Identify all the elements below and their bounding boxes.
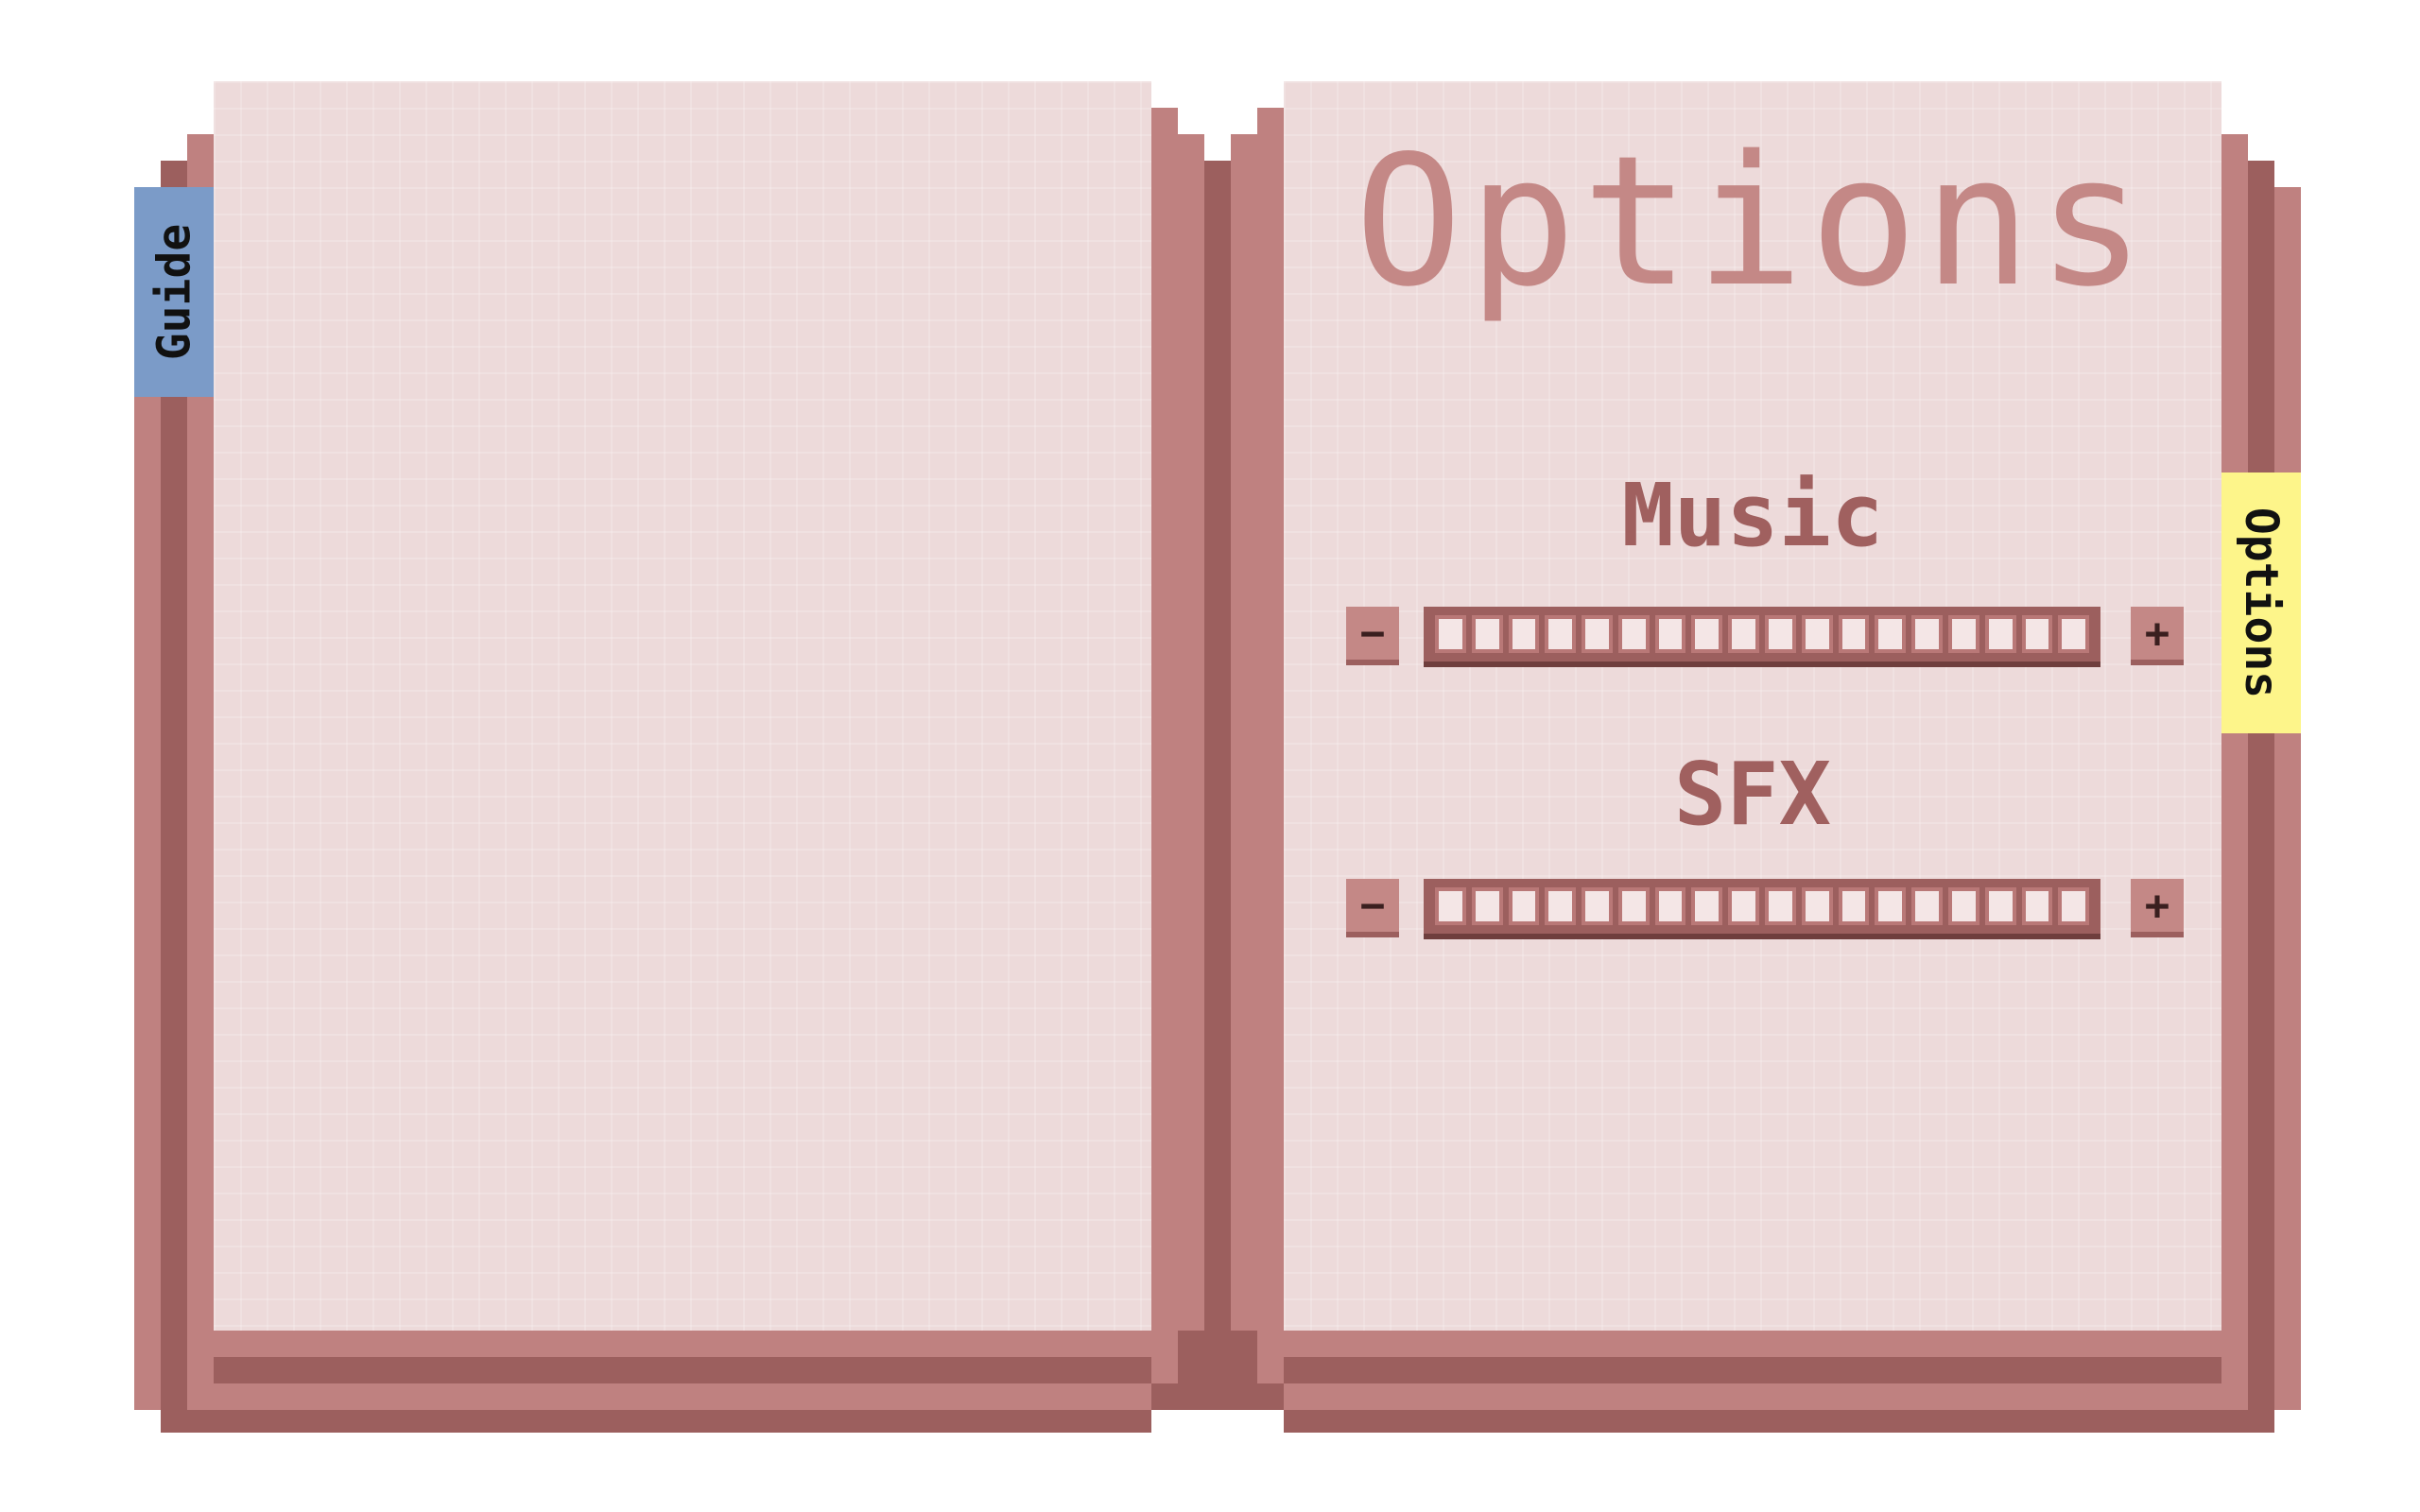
right-page-stack-4 <box>1284 1410 2274 1433</box>
right-cover-edge-inner <box>2221 134 2248 1410</box>
left-page-stack-4 <box>161 1410 1151 1433</box>
music-volume-segment <box>1508 615 1540 653</box>
sfx-volume-segment <box>1911 887 1943 925</box>
music-label: Music <box>1621 465 1884 566</box>
right-page-stack-2 <box>1284 1357 2221 1383</box>
sfx-volume-segment <box>1947 887 1979 925</box>
music-volume-segment <box>1838 615 1870 653</box>
music-volume-segment <box>1691 615 1723 653</box>
music-volume-segment <box>1875 615 1907 653</box>
left-page-stack-3 <box>214 1383 1151 1410</box>
right-page-stack-3 <box>1284 1383 2221 1410</box>
sfx-volume-segment <box>1984 887 2016 925</box>
sfx-volume-segment <box>1838 887 1870 925</box>
music-volume-segment <box>1911 615 1943 653</box>
sfx-volume-segment <box>1582 887 1613 925</box>
music-volume-segment <box>1947 615 1979 653</box>
tab-options[interactable]: Options <box>2221 472 2301 733</box>
sfx-volume-segment <box>1617 887 1650 925</box>
sfx-volume-segment <box>1765 887 1796 925</box>
spine-bottom-base <box>1151 1383 1284 1410</box>
spine-center <box>1204 161 1231 1410</box>
music-volume-segment <box>1984 615 2016 653</box>
right-page-stack-1 <box>1284 1331 2221 1357</box>
tab-guide[interactable]: Guide <box>134 187 214 397</box>
spine-right-lip <box>1257 108 1284 1383</box>
left-page-stack-1 <box>214 1331 1151 1357</box>
sfx-label: SFX <box>1673 744 1832 845</box>
right-cover-edge-dark <box>2248 161 2274 1433</box>
music-volume-segment <box>1471 615 1503 653</box>
tab-options-label: Options <box>2235 507 2289 699</box>
music-volume-segment <box>1728 615 1760 653</box>
sfx-increase-button[interactable]: + <box>2131 879 2184 937</box>
sfx-volume-segment <box>1875 887 1907 925</box>
music-volume-segment <box>1617 615 1650 653</box>
music-volume-segment <box>2058 615 2090 653</box>
sfx-decrease-button[interactable]: − <box>1346 879 1399 937</box>
sfx-volume-segment <box>1435 887 1466 925</box>
sfx-volume-segment <box>1728 887 1760 925</box>
music-decrease-button[interactable]: − <box>1346 607 1399 665</box>
left-page <box>214 81 1151 1331</box>
left-page-stack-2 <box>214 1357 1151 1383</box>
sfx-volume-segment <box>2021 887 2053 925</box>
music-volume-segment <box>2021 615 2053 653</box>
spine-right <box>1231 134 1257 1383</box>
spine-left <box>1178 134 1204 1383</box>
spine-left-lip <box>1151 108 1178 1383</box>
sfx-volume-segment <box>1654 887 1686 925</box>
sfx-volume-segment <box>1508 887 1540 925</box>
sfx-volume-segment <box>1801 887 1833 925</box>
tab-guide-label: Guide <box>147 223 200 361</box>
music-volume-segment <box>1765 615 1796 653</box>
music-volume-segment <box>1435 615 1466 653</box>
music-volume-segment <box>1654 615 1686 653</box>
page-title: Options <box>1354 117 2152 326</box>
sfx-volume-segment <box>1691 887 1723 925</box>
sfx-volume-segment <box>2058 887 2090 925</box>
music-volume-segment <box>1545 615 1577 653</box>
sfx-volume-segment <box>1471 887 1503 925</box>
music-volume-segment <box>1801 615 1833 653</box>
sfx-volume-segment <box>1545 887 1577 925</box>
sfx-volume-slider[interactable] <box>1424 879 2100 939</box>
right-cover-edge-outer <box>2274 187 2301 1410</box>
music-volume-segment <box>1582 615 1613 653</box>
music-volume-slider[interactable] <box>1424 607 2100 667</box>
music-increase-button[interactable]: + <box>2131 607 2184 665</box>
